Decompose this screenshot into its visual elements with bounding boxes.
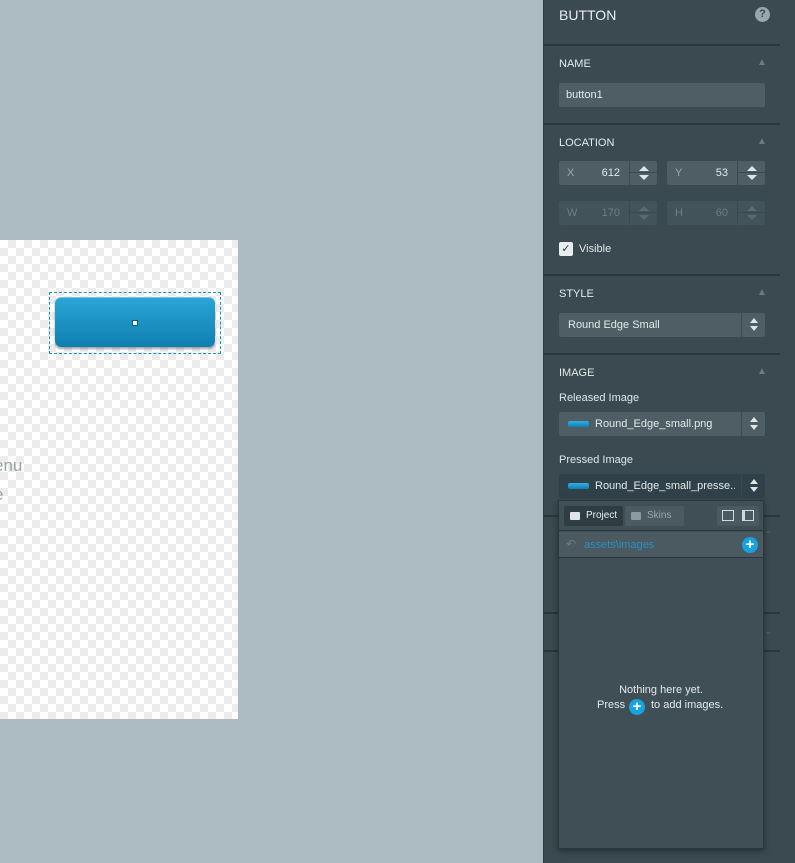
- empty-message: Nothing here yet.: [619, 684, 703, 696]
- increment-icon[interactable]: [639, 166, 649, 171]
- y-field[interactable]: Y 53: [667, 161, 766, 185]
- tab-project[interactable]: Project: [564, 506, 623, 526]
- decrement-icon: [747, 215, 757, 220]
- x-field[interactable]: X 612: [559, 161, 658, 185]
- divider: [544, 123, 780, 125]
- divider: [544, 44, 780, 46]
- h-stepper: [737, 201, 766, 225]
- image-picker-popup: Project Skins ↶ assets\images + Nothing …: [558, 500, 764, 849]
- folder-icon: [570, 512, 580, 520]
- resize-handle[interactable]: [132, 320, 138, 326]
- y-stepper[interactable]: [737, 161, 766, 185]
- collapse-chevron-icon[interactable]: ▲: [757, 367, 767, 377]
- y-label: Y: [675, 167, 683, 179]
- path-bar: ↶ assets\images +: [559, 532, 763, 558]
- back-icon[interactable]: ↶: [566, 537, 576, 551]
- pressed-image-select[interactable]: Round_Edge_small_presse...: [559, 474, 765, 498]
- released-image-label: Released Image: [559, 392, 640, 404]
- collapse-chevron-icon: ⌄: [764, 626, 773, 637]
- h-label: H: [675, 207, 683, 219]
- increment-icon: [639, 206, 649, 211]
- skins-icon: [631, 512, 641, 520]
- help-icon[interactable]: ?: [755, 7, 770, 22]
- y-value: 53: [715, 167, 728, 179]
- pressed-image-value: Round_Edge_small_presse...: [595, 480, 735, 492]
- tab-project-label: Project: [586, 510, 618, 521]
- divider: [544, 353, 780, 355]
- canvas-partial-text: e: [0, 485, 3, 505]
- section-title-name: NAME: [559, 58, 591, 70]
- design-canvas[interactable]: enu e: [0, 240, 238, 719]
- path-link[interactable]: assets\images: [584, 539, 654, 551]
- select-arrows-icon[interactable]: [741, 474, 765, 498]
- h-value: 60: [715, 207, 728, 219]
- x-value: 612: [601, 167, 620, 179]
- name-field[interactable]: button1: [559, 83, 765, 107]
- increment-icon: [747, 206, 757, 211]
- w-value: 170: [601, 207, 620, 219]
- section-title-image: IMAGE: [559, 367, 595, 379]
- select-arrows-icon[interactable]: [741, 313, 765, 337]
- list-view-icon[interactable]: [742, 510, 754, 521]
- tab-skins[interactable]: Skins: [625, 506, 684, 526]
- w-stepper: [629, 201, 658, 225]
- empty-press-text: Press: [597, 699, 626, 711]
- released-image-value: Round_Edge_small.png: [595, 418, 713, 430]
- decrement-icon[interactable]: [747, 175, 757, 180]
- divider: [544, 274, 780, 276]
- picker-toolbar: Project Skins: [559, 501, 763, 531]
- released-image-select[interactable]: Round_Edge_small.png: [559, 412, 765, 436]
- w-label: W: [567, 207, 578, 219]
- increment-icon[interactable]: [747, 166, 757, 171]
- style-value: Round Edge Small: [568, 319, 660, 331]
- collapse-chevron-icon: ⌃: [764, 530, 773, 541]
- w-field: W 170: [559, 201, 658, 225]
- decrement-icon: [639, 215, 649, 220]
- pressed-image-label: Pressed Image: [559, 454, 633, 466]
- x-stepper[interactable]: [629, 161, 658, 185]
- add-image-icon[interactable]: +: [629, 699, 645, 715]
- section-title-style: STYLE: [559, 288, 594, 300]
- select-arrows-icon[interactable]: [741, 412, 765, 436]
- section-title-location: LOCATION: [559, 137, 615, 149]
- canvas-partial-text: enu: [0, 456, 23, 475]
- h-field: H 60: [667, 201, 766, 225]
- empty-suffix-text: to add images.: [651, 699, 724, 711]
- image-thumbnail: [568, 421, 589, 427]
- name-value: button1: [566, 89, 603, 101]
- image-thumbnail: [568, 483, 589, 489]
- collapse-chevron-icon[interactable]: ▲: [757, 137, 767, 147]
- collapse-chevron-icon[interactable]: ▲: [757, 288, 767, 298]
- tab-skins-label: Skins: [647, 510, 672, 521]
- grid-view-icon[interactable]: [722, 510, 734, 521]
- collapse-chevron-icon[interactable]: ▲: [757, 58, 767, 68]
- visible-checkbox[interactable]: ✓: [559, 242, 573, 256]
- button-widget[interactable]: [55, 297, 215, 347]
- view-toggle: [717, 506, 759, 526]
- panel-title: BUTTON: [559, 7, 617, 23]
- style-select[interactable]: Round Edge Small: [559, 313, 765, 337]
- decrement-icon[interactable]: [639, 175, 649, 180]
- add-image-icon[interactable]: +: [742, 537, 758, 553]
- x-label: X: [567, 167, 575, 179]
- visible-label: Visible: [579, 243, 612, 255]
